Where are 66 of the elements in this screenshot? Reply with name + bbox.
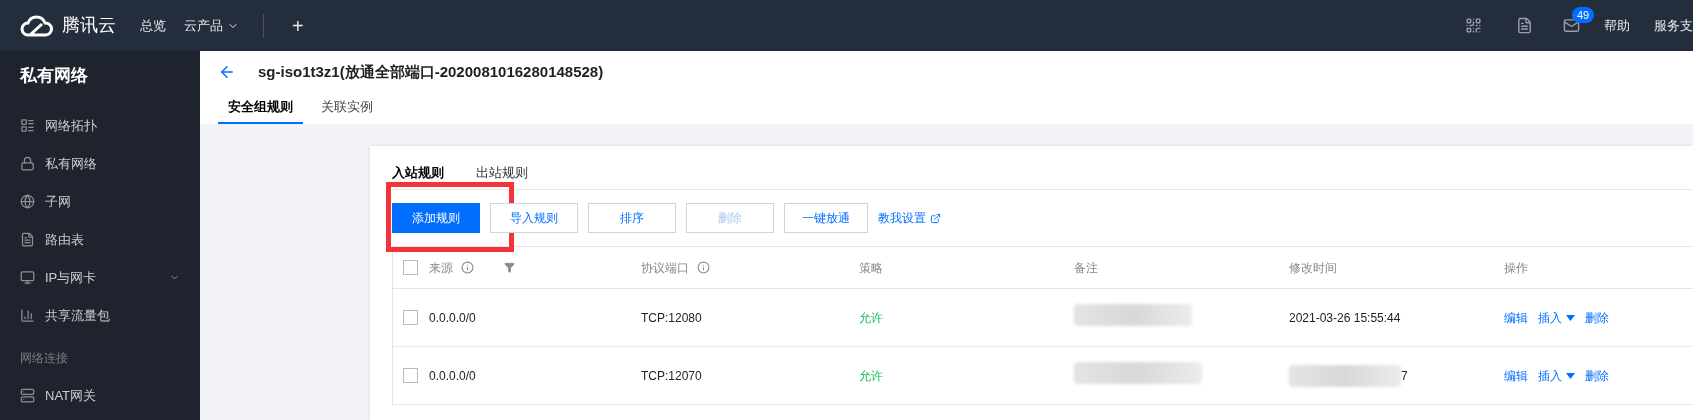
menu-icon — [20, 388, 35, 403]
help-link[interactable]: 教我设置 — [878, 209, 941, 227]
page-title: sg-iso1t3z1(放通全部端口-2020081016280148528) — [258, 61, 604, 82]
row-checkbox[interactable] — [403, 310, 418, 325]
nav-link[interactable]: 总览 — [132, 15, 174, 36]
table-cell-text: 7 — [1401, 367, 1408, 385]
edit-link[interactable]: 编辑 — [1504, 308, 1528, 327]
edit-link[interactable]: 编辑 — [1504, 366, 1528, 385]
menu-icon — [20, 118, 35, 133]
menu-icon — [20, 308, 35, 323]
menu-icon — [20, 156, 35, 171]
sidebar-item[interactable]: IP与网卡 — [0, 258, 200, 297]
external-link-icon — [930, 212, 941, 224]
qr-code-icon[interactable] — [1465, 17, 1482, 34]
table-cell-text: TCP:12080 — [641, 309, 703, 327]
action-button[interactable]: 导入规则 — [490, 203, 578, 233]
sidebar-item[interactable]: NAT网关 — [0, 376, 200, 415]
rule-tab[interactable]: 入站规则 — [392, 162, 476, 189]
table-cell-text: TCP:12070 — [641, 367, 703, 385]
header-link[interactable]: 服务支 — [1654, 15, 1693, 36]
action-button[interactable]: 添加规则 — [392, 203, 480, 233]
column-header: 策略 — [859, 259, 883, 277]
action-button[interactable]: 一键放通 — [784, 203, 868, 233]
sidebar-item[interactable]: 私有网络 — [0, 144, 200, 183]
count-badge: 49 — [1572, 7, 1595, 23]
table-cell-text: 0.0.0.0/0 — [429, 309, 477, 327]
add-button[interactable]: + — [292, 15, 304, 36]
caret-down-icon — [1566, 314, 1575, 321]
table-cell-text: 2021-03-26 15:55:44 — [1289, 309, 1401, 327]
menu-icon — [20, 232, 35, 247]
sidebar-title: 私有网络 — [18, 65, 89, 87]
column-header: 操作 — [1504, 259, 1528, 277]
sidebar-item[interactable]: 网络拓扑 — [0, 106, 200, 145]
delete-link[interactable]: 删除 — [1585, 308, 1609, 327]
menu-icon — [20, 194, 35, 209]
action-button[interactable]: 排序 — [588, 203, 676, 233]
sidebar-item[interactable]: 子网 — [0, 182, 200, 221]
column-header: 备注 — [1074, 259, 1098, 277]
page-tab[interactable]: 安全组规则 — [218, 96, 303, 124]
section-label: 网络连接 — [19, 349, 69, 367]
row-checkbox[interactable] — [403, 368, 418, 383]
table-cell-text: 0.0.0.0/0 — [429, 367, 477, 385]
rule-tab[interactable]: 出站规则 — [476, 162, 560, 189]
policy-text: 允许 — [859, 367, 884, 385]
page-tab[interactable]: 关联实例 — [311, 96, 383, 124]
filter-icon[interactable] — [504, 262, 515, 273]
header-link[interactable]: 帮助 — [1604, 15, 1630, 36]
insert-link[interactable]: 插入 — [1538, 366, 1575, 385]
insert-link[interactable]: 插入 — [1538, 308, 1575, 327]
policy-text: 允许 — [859, 309, 884, 327]
info-icon[interactable] — [461, 261, 474, 274]
column-header: 协议端口 — [641, 259, 689, 277]
sidebar-item[interactable]: 共享流量包 — [0, 296, 200, 335]
info-icon[interactable] — [697, 261, 710, 274]
delete-link[interactable]: 删除 — [1585, 366, 1609, 385]
caret-down-icon — [1566, 372, 1575, 379]
document-icon[interactable] — [1516, 17, 1533, 34]
menu-icon — [20, 270, 35, 285]
column-header: 来源 — [429, 259, 453, 277]
brand-name: 腾讯云 — [62, 14, 116, 37]
cloud-logo-icon — [20, 14, 54, 37]
select-all-checkbox[interactable] — [403, 260, 418, 275]
mail-icon[interactable] — [1563, 17, 1580, 34]
sidebar-item[interactable]: 路由表 — [0, 220, 200, 259]
nav-link[interactable]: 云产品 — [176, 15, 247, 36]
column-header: 修改时间 — [1289, 259, 1337, 277]
